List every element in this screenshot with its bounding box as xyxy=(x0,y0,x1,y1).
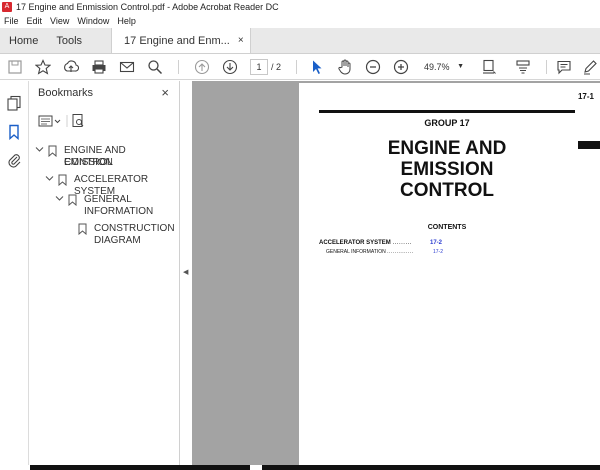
toc-label: ACCELERATOR SYSTEM xyxy=(319,240,391,246)
zoom-level-value: 49.7% xyxy=(424,62,450,72)
page-up-icon[interactable] xyxy=(193,58,211,76)
tab-bar: Home Tools 17 Engine and Enm... × xyxy=(0,28,600,54)
bookmark-label: DIAGRAM xyxy=(94,235,141,246)
title-bar: A 17 Engine and Enmission Control.pdf - … xyxy=(0,0,600,14)
comment-icon[interactable] xyxy=(555,58,573,76)
page-header-number: 17-1 xyxy=(577,92,594,101)
bookmark-icon xyxy=(58,174,68,187)
toc-entry[interactable]: GENERAL INFORMATION .............. xyxy=(326,249,414,255)
tab-document[interactable]: 17 Engine and Enm... × xyxy=(111,28,251,53)
email-icon[interactable] xyxy=(118,58,136,76)
menu-edit[interactable]: Edit xyxy=(27,16,43,26)
hand-icon[interactable] xyxy=(336,58,354,76)
page-down-icon[interactable] xyxy=(221,58,239,76)
section-tab-marker xyxy=(578,141,600,149)
select-cursor-icon[interactable] xyxy=(308,58,326,76)
chapter-title: ENGINE AND EMISSION CONTROL xyxy=(299,138,595,201)
bookmark-icon xyxy=(48,145,58,158)
save-icon[interactable] xyxy=(6,58,24,76)
upload-icon[interactable] xyxy=(62,58,80,76)
page-total: / 2 xyxy=(271,62,282,72)
contents-heading: CONTENTS xyxy=(427,224,467,231)
chapter-title-line: EMISSION xyxy=(400,159,494,180)
chevron-down-icon[interactable] xyxy=(35,145,45,158)
group-heading: GROUP 17 xyxy=(424,118,470,128)
zoom-level-select[interactable]: 49.7% ▼ xyxy=(418,58,468,76)
window-title: 17 Engine and Enmission Control.pdf - Ad… xyxy=(16,2,279,12)
find-bookmark-icon[interactable] xyxy=(72,114,84,127)
bookmarks-panel: Bookmarks × ENGINE AND EMISSION CONTROL … xyxy=(29,81,180,470)
toolbar-separator xyxy=(546,60,547,74)
pdf-page: 17-1 GROUP 17 ENGINE AND EMISSION CONTRO… xyxy=(299,83,600,465)
taskbar-segment xyxy=(30,465,250,470)
zoom-in-icon[interactable] xyxy=(392,58,410,76)
toolbar: 1 / 2 49.7% ▼ xyxy=(0,54,600,80)
attachments-icon[interactable] xyxy=(6,152,22,168)
chapter-title-line: ENGINE AND xyxy=(387,138,507,159)
close-icon[interactable]: × xyxy=(161,85,169,100)
chapter-title-line: CONTROL xyxy=(400,180,494,201)
scroll-mode-icon[interactable] xyxy=(514,58,532,76)
tab-home[interactable]: Home xyxy=(0,28,47,53)
menu-view[interactable]: View xyxy=(50,16,69,26)
chevron-down-icon[interactable] xyxy=(45,174,55,187)
toolbar-separator xyxy=(296,60,297,74)
collapse-panel-icon[interactable]: ◀ xyxy=(183,268,188,276)
toc-leader: .............. xyxy=(387,249,414,255)
toolbar-separator xyxy=(178,60,179,74)
toc-page-link[interactable]: 17-2 xyxy=(433,249,443,255)
bookmarks-panel-icon[interactable] xyxy=(6,124,22,140)
bookmark-label: CONSTRUCTION xyxy=(94,223,175,234)
print-icon[interactable] xyxy=(90,58,108,76)
bookmark-options-toolbar xyxy=(38,114,84,127)
page-number-input[interactable]: 1 xyxy=(250,59,268,75)
zoom-out-icon[interactable] xyxy=(364,58,382,76)
tab-tools[interactable]: Tools xyxy=(47,28,91,53)
acrobat-app-icon: A xyxy=(2,2,12,12)
bookmark-star-icon[interactable] xyxy=(34,58,52,76)
search-icon[interactable] xyxy=(146,58,164,76)
bookmark-icon xyxy=(78,223,88,236)
menu-window[interactable]: Window xyxy=(77,16,109,26)
header-rule xyxy=(319,110,575,113)
fit-page-icon[interactable] xyxy=(480,58,498,76)
bookmarks-title: Bookmarks xyxy=(38,87,94,99)
left-navigation-rail xyxy=(0,81,29,470)
menu-help[interactable]: Help xyxy=(117,16,136,26)
bookmark-label: CONTROL xyxy=(64,157,113,168)
page-thumbnails-icon[interactable] xyxy=(6,95,22,111)
tab-document-label: 17 Engine and Enm... xyxy=(124,34,230,47)
bookmark-label: GENERAL xyxy=(84,194,132,205)
menu-bar: File Edit View Window Help xyxy=(0,14,600,28)
taskbar-segment xyxy=(262,465,600,470)
chevron-down-icon[interactable] xyxy=(55,194,65,207)
menu-file[interactable]: File xyxy=(4,16,19,26)
bookmark-label: INFORMATION xyxy=(84,206,154,217)
taskbar-sliver xyxy=(0,465,600,470)
toc-page-link[interactable]: 17-2 xyxy=(430,240,442,246)
toc-entry[interactable]: ACCELERATOR SYSTEM ......... xyxy=(319,240,412,246)
toc-label: GENERAL INFORMATION xyxy=(326,249,386,255)
chevron-down-icon: ▼ xyxy=(457,63,464,70)
pen-icon[interactable] xyxy=(581,58,599,76)
toc-leader: ......... xyxy=(392,240,412,246)
bookmark-icon xyxy=(68,194,78,207)
bookmark-options-icon[interactable] xyxy=(38,115,61,127)
tab-close-icon[interactable]: × xyxy=(238,35,244,46)
